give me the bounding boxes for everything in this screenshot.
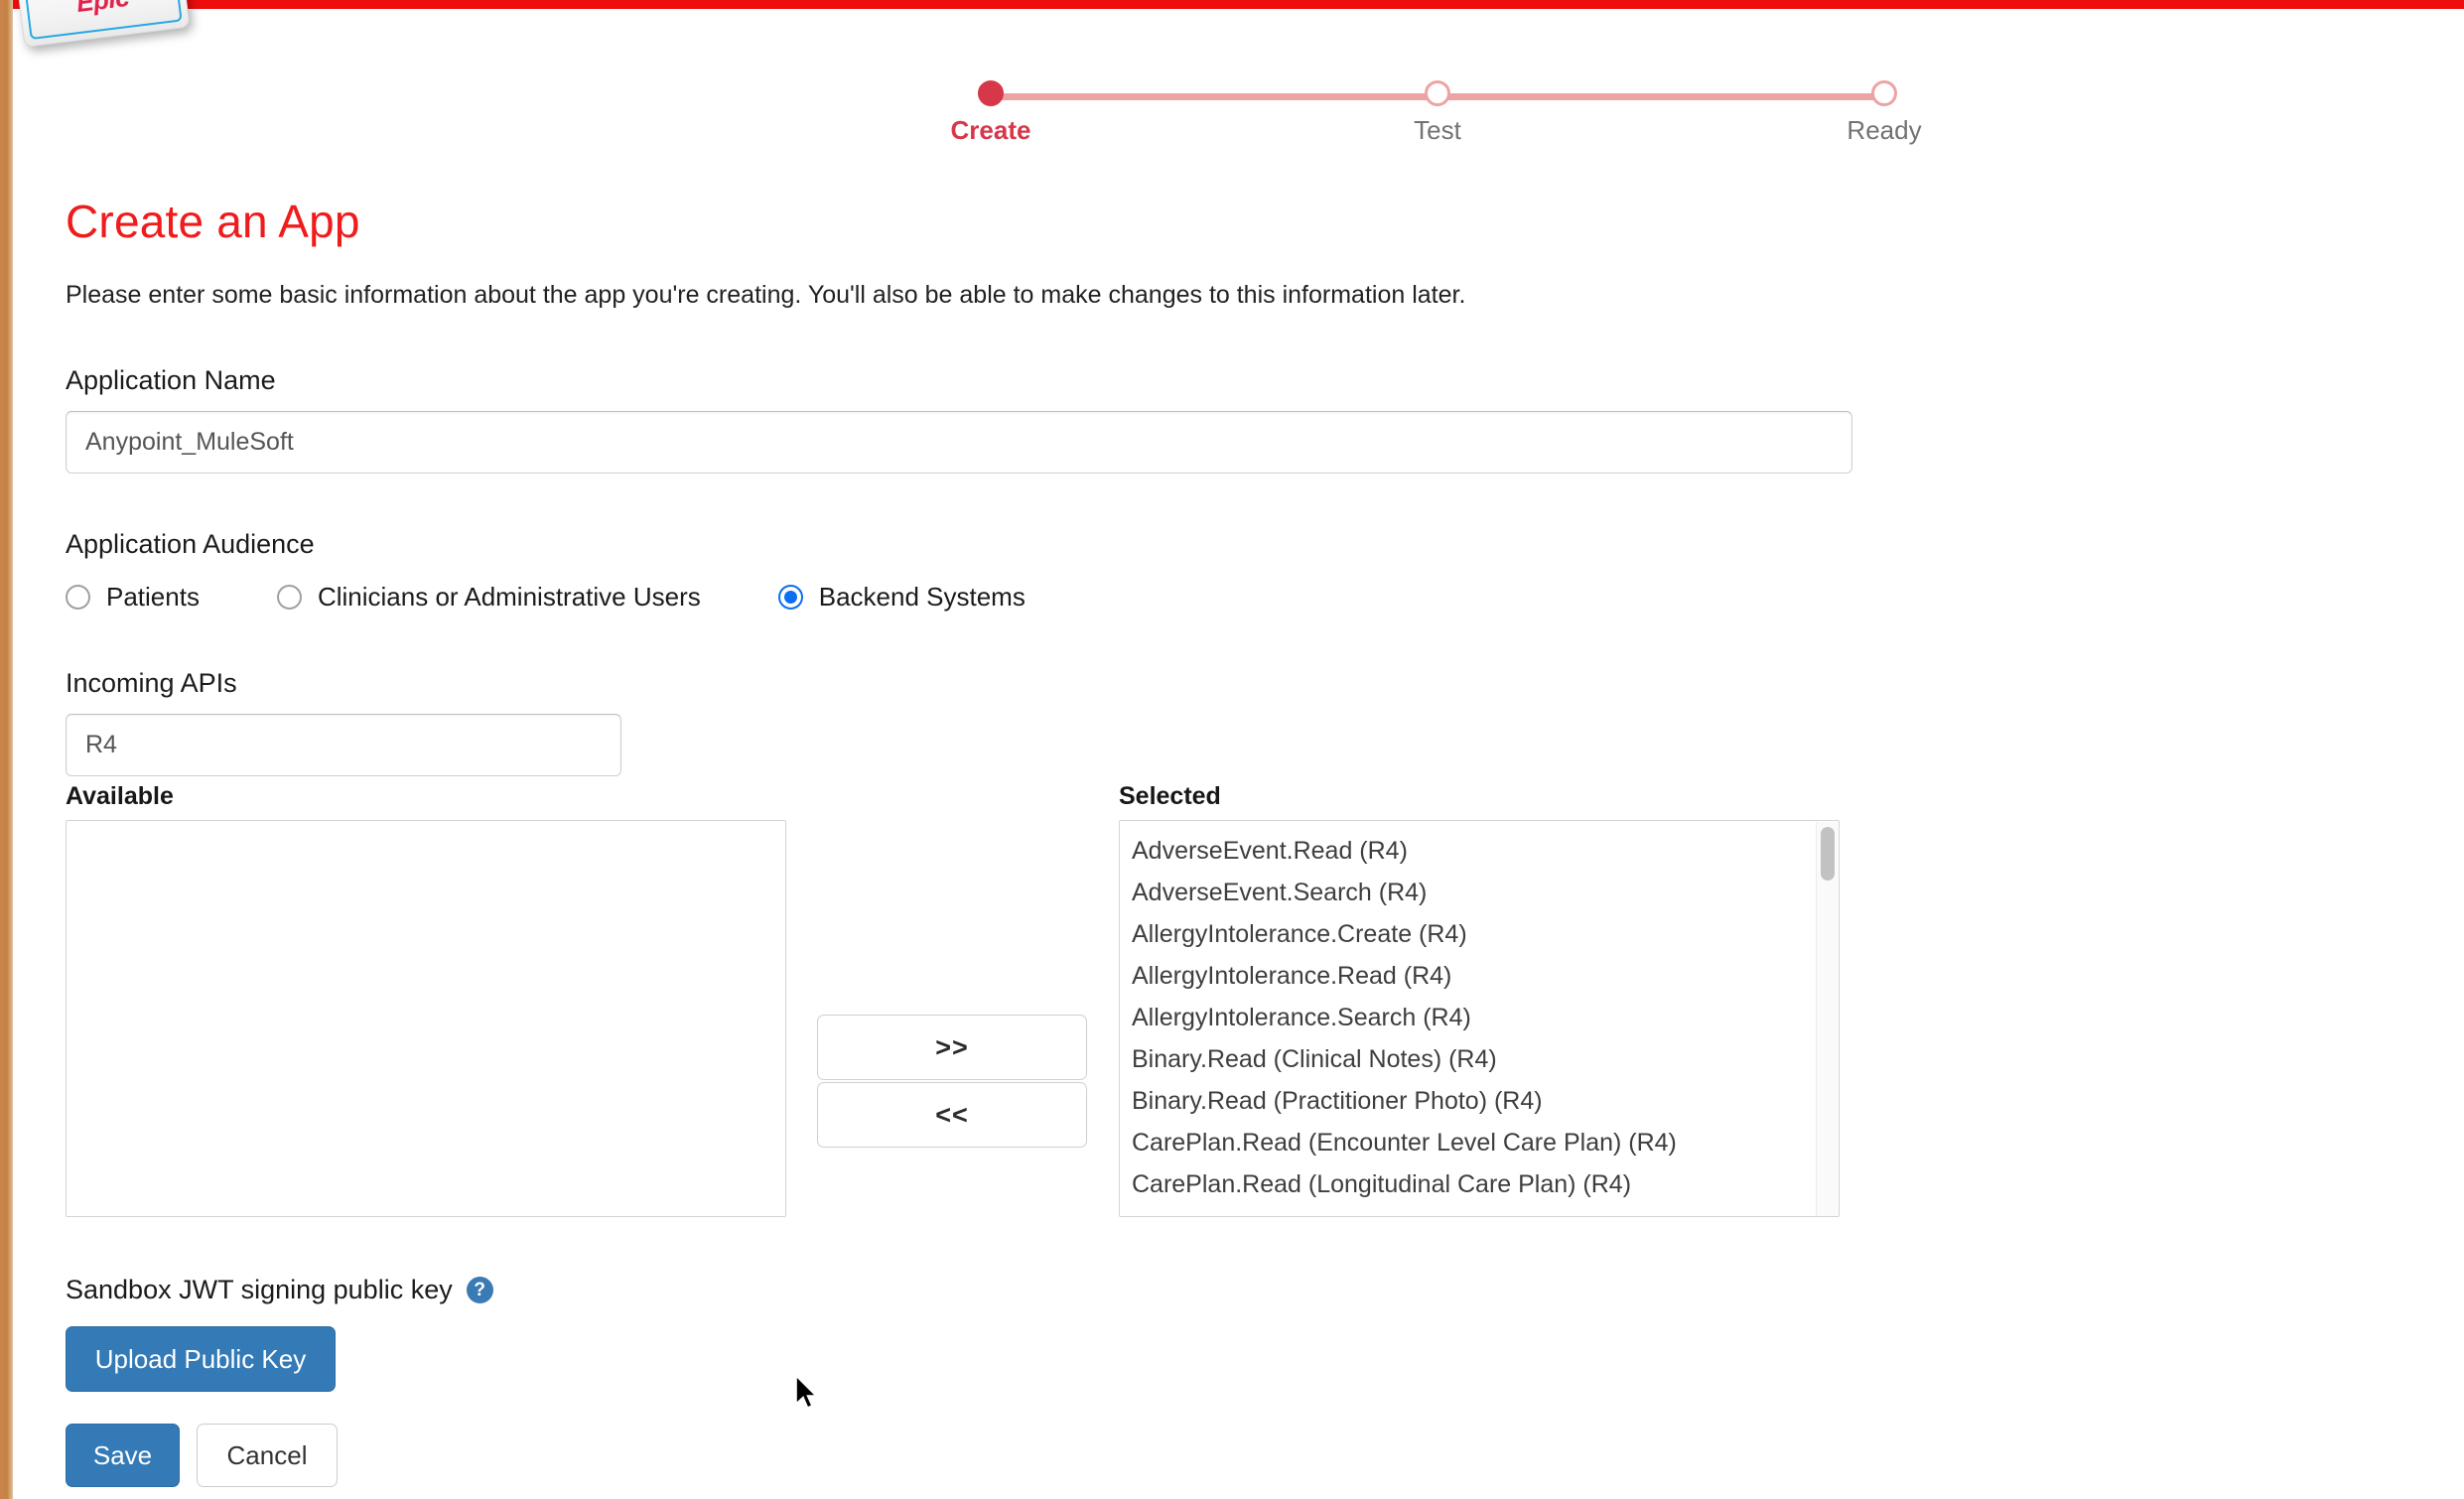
step-test-dot (1425, 80, 1450, 106)
transfer-button-group: >> << (817, 1015, 1087, 1148)
remove-from-selected-button[interactable]: << (817, 1082, 1087, 1148)
selected-list-item[interactable]: AllergyIntolerance.Search (R4) (1120, 997, 1805, 1038)
selected-list-scrollbar[interactable] (1816, 822, 1838, 1216)
selected-list-item[interactable]: AdverseEvent.Search (R4) (1120, 872, 1805, 913)
api-transfer-widget: Available Selected AdverseEvent.Read (R4… (66, 782, 2398, 1239)
step-create[interactable]: Create (911, 73, 1070, 146)
radio-label-backend-systems: Backend Systems (818, 582, 1026, 612)
cancel-button[interactable]: Cancel (197, 1424, 338, 1487)
selected-list-item[interactable]: AllergyIntolerance.Read (R4) (1120, 955, 1805, 997)
selected-list-item[interactable]: Binary.Read (Practitioner Photo) (R4) (1120, 1080, 1805, 1122)
mouse-cursor (794, 1374, 820, 1413)
step-ready-label: Ready (1847, 115, 1922, 145)
selected-list-box[interactable]: AdverseEvent.Read (R4) AdverseEvent.Searc… (1119, 820, 1840, 1217)
step-test[interactable]: Test (1358, 73, 1517, 146)
application-name-label: Application Name (66, 365, 276, 395)
step-ready[interactable]: Ready (1805, 73, 1964, 146)
page-description: Please enter some basic information abou… (66, 281, 1466, 309)
selected-list-item[interactable]: AllergyIntolerance.Create (R4) (1120, 913, 1805, 955)
progress-stepper: Create Test Ready (933, 73, 1922, 153)
incoming-apis-label: Incoming APIs (66, 668, 237, 698)
available-option-list (67, 821, 752, 830)
open-epic-logo[interactable]: Open Epic (12, 0, 191, 48)
incoming-apis-filter-input[interactable] (66, 714, 621, 776)
left-decorative-stripe (0, 0, 13, 1499)
selected-list-item[interactable]: CarePlan.Read (Encounter Level Care Plan… (1120, 1122, 1805, 1163)
selected-option-list: AdverseEvent.Read (R4) AdverseEvent.Searc… (1120, 821, 1805, 1205)
jwt-key-label: Sandbox JWT signing public key (66, 1275, 453, 1304)
selected-list-scroll-thumb[interactable] (1821, 827, 1835, 881)
main-content: Create an App Please enter some basic in… (66, 195, 2398, 1239)
step-create-label: Create (950, 115, 1031, 145)
radio-option-backend-systems[interactable]: Backend Systems (777, 582, 1026, 613)
radio-icon-clinicians (276, 585, 302, 610)
upload-public-key-button[interactable]: Upload Public Key (66, 1326, 336, 1392)
application-audience-radio-group: Patients Clinicians or Administrative Us… (66, 582, 2398, 613)
add-to-selected-button[interactable]: >> (817, 1015, 1087, 1080)
application-name-input[interactable] (66, 411, 1852, 474)
help-icon[interactable]: ? (466, 1277, 493, 1303)
available-list-heading: Available (66, 782, 174, 810)
selected-list-item[interactable]: Binary.Read (Clinical Notes) (R4) (1120, 1038, 1805, 1080)
page-root: Open Epic Create Test Ready Create an Ap… (0, 0, 2464, 1499)
page-title: Create an App (66, 196, 360, 247)
radio-option-patients[interactable]: Patients (66, 582, 200, 613)
jwt-key-row: Sandbox JWT signing public key ? (66, 1275, 493, 1305)
application-audience-label: Application Audience (66, 529, 315, 559)
step-ready-dot (1871, 80, 1897, 106)
step-test-label: Test (1414, 115, 1461, 145)
top-red-bar (13, 0, 2464, 9)
radio-label-patients: Patients (106, 582, 200, 612)
selected-list-item[interactable]: CarePlan.Read (Longitudinal Care Plan) (… (1120, 1163, 1805, 1205)
save-button[interactable]: Save (66, 1424, 180, 1487)
selected-list-item[interactable]: AdverseEvent.Read (R4) (1120, 830, 1805, 872)
selected-list-heading: Selected (1119, 782, 1221, 810)
step-create-dot (978, 80, 1004, 106)
logo-card: Open Epic (12, 0, 191, 48)
radio-label-clinicians: Clinicians or Administrative Users (317, 582, 701, 612)
radio-icon-patients (66, 585, 90, 610)
available-list-box[interactable] (66, 820, 786, 1217)
radio-icon-backend-systems (777, 585, 803, 610)
radio-option-clinicians[interactable]: Clinicians or Administrative Users (276, 582, 701, 613)
